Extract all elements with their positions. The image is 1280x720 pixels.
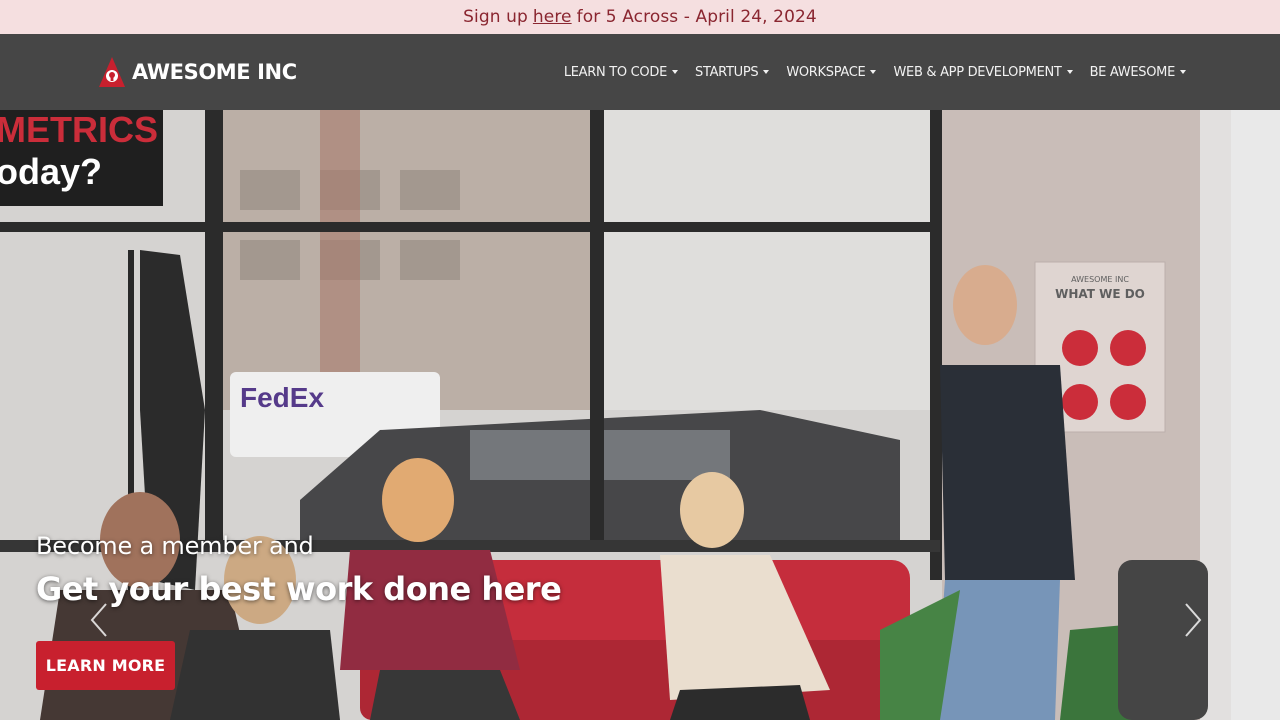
nav-learn-to-code[interactable]: LEARN TO CODE — [564, 65, 678, 80]
announcement-bar: Sign up here for 5 Across - April 24, 20… — [0, 0, 1280, 34]
logo-text: AWESOME INC — [132, 60, 297, 84]
nav-label: BE AWESOME — [1089, 64, 1176, 80]
nav-label: WEB & APP DEVELOPMENT — [893, 64, 1062, 80]
nav-web-app-development[interactable]: WEB & APP DEVELOPMENT — [893, 64, 1073, 80]
caret-down-icon — [1180, 70, 1186, 74]
logo-icon — [99, 57, 125, 87]
hero-title: Get your best work done here — [36, 570, 562, 608]
nav-workspace[interactable]: WORKSPACE — [786, 64, 877, 80]
caret-down-icon — [763, 70, 770, 74]
caret-down-icon — [672, 70, 678, 74]
caret-down-icon — [870, 70, 877, 74]
logo[interactable]: AWESOME INC — [98, 55, 297, 89]
site-header: AWESOME INC LEARN TO CODE STARTUPS WORKS… — [0, 34, 1280, 110]
nav-startups[interactable]: STARTUPS — [695, 64, 770, 80]
right-gutter — [1231, 110, 1280, 720]
announcement-link[interactable]: here — [533, 7, 572, 27]
hero-subtitle: Become a member and — [36, 532, 314, 560]
caret-down-icon — [1066, 70, 1073, 74]
hero-slider: FedEx AWESOME INC WHAT WE DO METRICS oda… — [0, 110, 1231, 720]
learn-more-button[interactable]: LEARN MORE — [36, 641, 175, 690]
main-nav: LEARN TO CODE STARTUPS WORKSPACE WEB & A… — [564, 34, 1186, 110]
announcement-prefix: Sign up — [463, 7, 528, 27]
hero-caption: Become a member and Get your best work d… — [36, 532, 562, 608]
nav-label: WORKSPACE — [786, 64, 866, 80]
nav-label: STARTUPS — [695, 64, 759, 80]
chevron-left-icon[interactable] — [88, 600, 112, 640]
announcement-suffix: for 5 Across - April 24, 2024 — [576, 7, 817, 27]
nav-label: LEARN TO CODE — [563, 64, 667, 80]
chevron-right-icon[interactable] — [1180, 600, 1204, 640]
hero-photo: FedEx AWESOME INC WHAT WE DO METRICS oda… — [0, 110, 1231, 720]
nav-be-awesome[interactable]: BE AWESOME — [1090, 65, 1186, 80]
